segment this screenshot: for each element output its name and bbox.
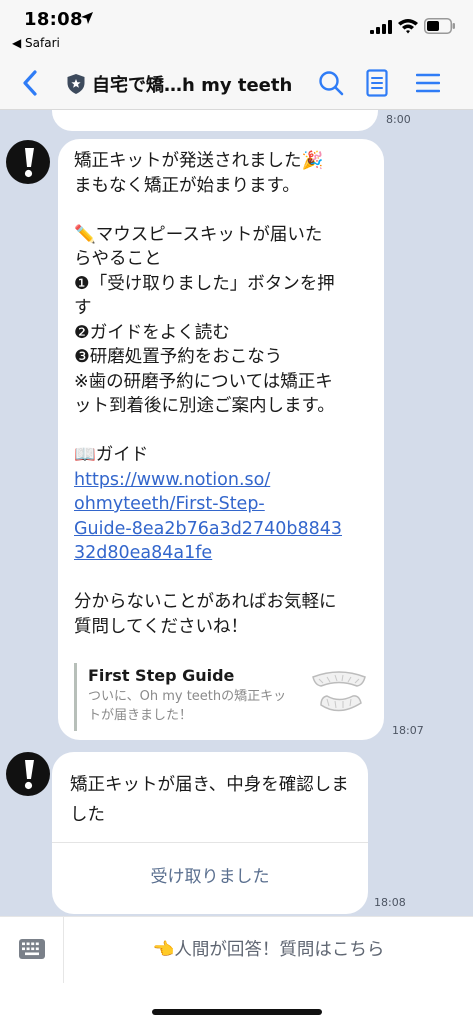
message-line: らやること	[74, 249, 162, 269]
guide-link[interactable]: https://www.notion.so/	[74, 468, 368, 493]
message-line: ✏️マウスピースキットが届いた	[74, 224, 323, 245]
link-preview-card[interactable]: First Step Guide ついに、Oh my teethの矯正キットが届…	[74, 663, 370, 731]
message-line: ※歯の研磨予約については矯正キ	[74, 371, 333, 392]
received-button[interactable]: 受け取りました	[52, 843, 368, 914]
link-preview-description: ついに、Oh my teethの矯正キットが届きました！	[88, 689, 287, 723]
back-chevron-icon[interactable]	[20, 70, 42, 96]
message-line: す	[74, 298, 92, 318]
message-line: ❷ガイドをよく読む	[74, 322, 230, 343]
message-line: 矯正キットが発送されました🎉	[74, 151, 324, 171]
message-bubble: 矯正キットが発送されました🎉 まもなく矯正が始まります。 ✏️マウスピースキット…	[58, 139, 384, 740]
bottom-input-bar: 👈人間が回答！質問はこちら	[0, 916, 473, 1024]
notes-icon[interactable]	[366, 69, 388, 97]
chat-timeline[interactable]: 8:00 矯正キットが発送されました🎉 まもなく矯正が始まります。 ✏️マウスピ…	[0, 110, 473, 916]
message-line: ット到着後に別途ご案内します。	[74, 396, 335, 416]
location-arrow-icon	[81, 12, 93, 24]
search-icon[interactable]	[318, 70, 344, 96]
status-bar: 18:08 ◀ Safari	[0, 0, 473, 56]
verified-shield-icon	[67, 74, 85, 94]
aligner-thumbnail-icon	[312, 671, 366, 712]
chat-header: 自宅で矯…h my teeth	[0, 56, 473, 110]
battery-icon	[424, 18, 455, 34]
bot-avatar[interactable]	[6, 140, 50, 184]
home-indicator[interactable]	[152, 1009, 322, 1015]
exclamation-logo-icon	[24, 760, 34, 790]
previous-message-bubble	[52, 110, 378, 131]
bot-avatar[interactable]	[6, 752, 50, 796]
cellular-signal-icon	[370, 20, 392, 34]
chat-title: 自宅で矯…h my teeth	[92, 75, 293, 96]
message-line: 質問してくださいね！	[74, 616, 248, 637]
template-message-text: 矯正キットが届き、中身を確認しました	[70, 775, 349, 825]
guide-link[interactable]: 32d80ea84a1fe	[74, 541, 368, 566]
guide-link[interactable]: ohmyteeth/First-Step-	[74, 492, 368, 517]
message-line: 📖ガイド	[74, 445, 149, 465]
status-time: 18:08	[24, 9, 83, 30]
message-line: ❸研磨処置予約をおこなう	[74, 347, 283, 367]
message-line: まもなく矯正が始まります。	[74, 175, 300, 196]
wifi-icon	[398, 19, 418, 34]
exclamation-logo-icon	[24, 148, 34, 178]
hamburger-menu-icon[interactable]	[416, 73, 440, 93]
message-line: ❶「受け取りました」ボタンを押	[74, 273, 335, 294]
back-to-app-link[interactable]: ◀ Safari	[12, 36, 60, 50]
message-timestamp: 8:00	[386, 113, 411, 126]
keyboard-toggle-button[interactable]	[0, 917, 64, 983]
rich-menu-question-button[interactable]: 👈人間が回答！質問はこちら	[64, 917, 473, 983]
keyboard-icon	[19, 939, 45, 959]
guide-link[interactable]: Guide-8ea2b76a3d2740b8843	[74, 517, 368, 542]
message-timestamp: 18:07	[392, 724, 424, 737]
template-message-card: 矯正キットが届き、中身を確認しました 受け取りました	[52, 752, 368, 914]
message-line: 分からないことがあればお気軽に	[74, 592, 337, 612]
message-text: 矯正キットが発送されました🎉 まもなく矯正が始まります。 ✏️マウスピースキット…	[74, 149, 368, 639]
message-timestamp: 18:08	[374, 896, 406, 909]
